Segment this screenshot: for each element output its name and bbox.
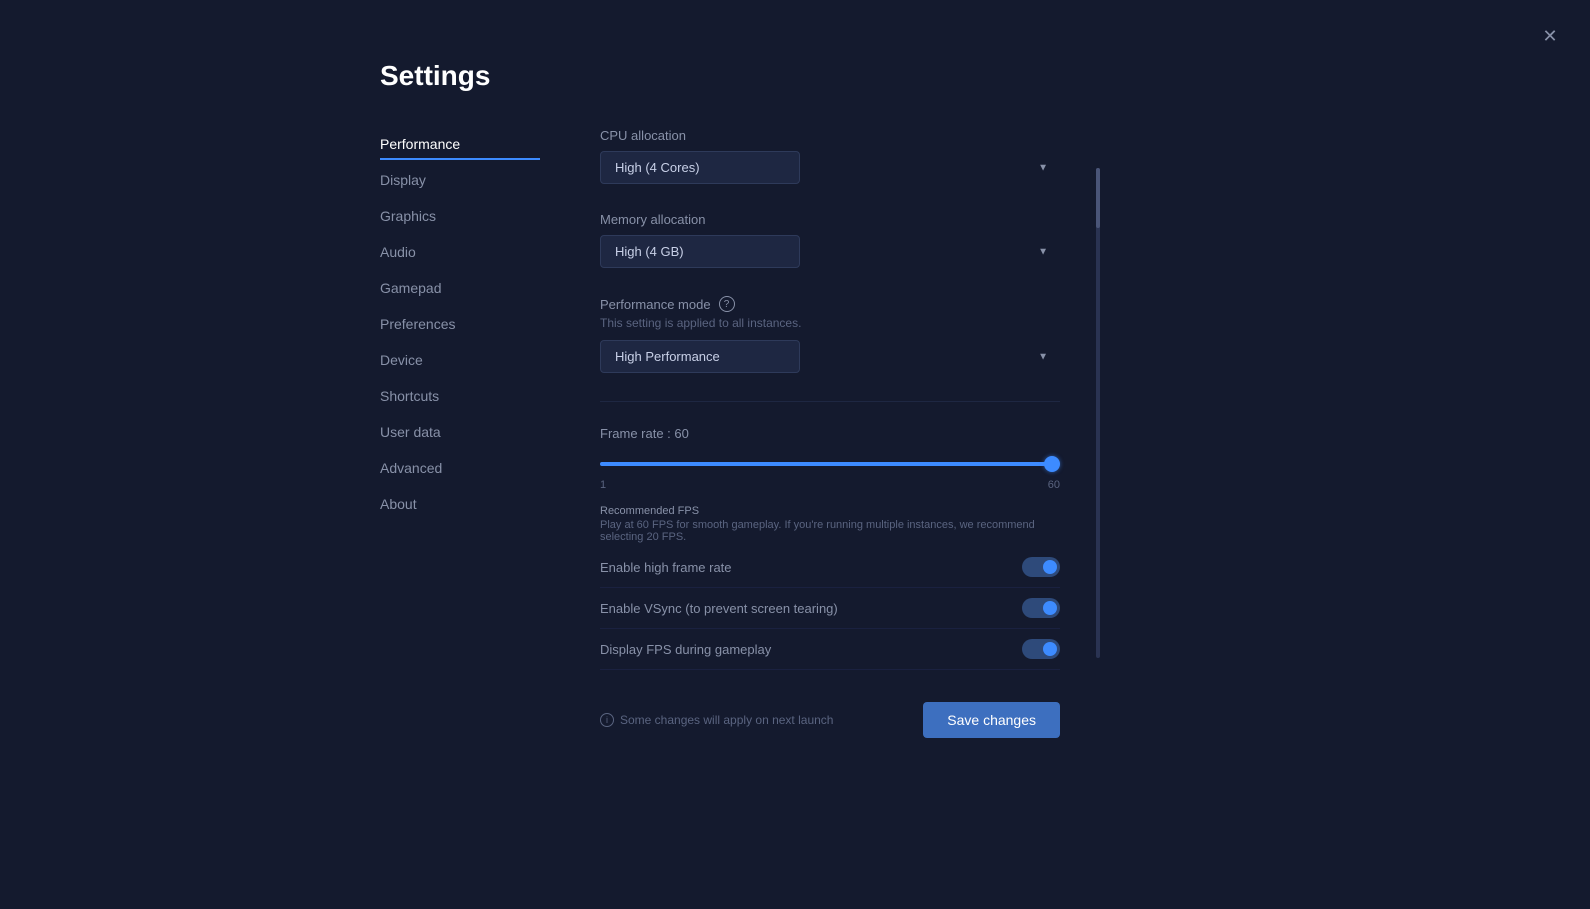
- slider-range: 1 60: [600, 479, 1060, 491]
- frame-rate-label: Frame rate : 60: [600, 426, 1060, 441]
- toggle-row-high-frame-rate: Enable high frame rate: [600, 547, 1060, 588]
- sidebar-item-advanced[interactable]: Advanced: [380, 452, 540, 484]
- sidebar-item-graphics[interactable]: Graphics: [380, 200, 540, 232]
- memory-chevron-icon: ▼: [1038, 246, 1048, 257]
- toggle-row-vsync: Enable VSync (to prevent screen tearing): [600, 588, 1060, 629]
- toggle-high-frame-rate-label: Enable high frame rate: [600, 560, 732, 575]
- close-button[interactable]: ✕: [1534, 20, 1566, 52]
- scrollbar-track[interactable]: [1096, 168, 1100, 658]
- performance-mode-note: This setting is applied to all instances…: [600, 316, 1060, 330]
- slider-container: [600, 453, 1060, 471]
- performance-mode-chevron-icon: ▼: [1038, 351, 1048, 362]
- toggle-vsync[interactable]: [1022, 598, 1060, 618]
- toggle-vsync-label: Enable VSync (to prevent screen tearing): [600, 601, 838, 616]
- memory-allocation-select[interactable]: High (4 GB) Medium (2 GB) Low (1 GB): [600, 235, 800, 268]
- cpu-allocation-label: CPU allocation: [600, 128, 1060, 143]
- sidebar: Performance Display Graphics Audio Gamep…: [380, 128, 540, 738]
- info-icon: i: [600, 713, 614, 727]
- content-panel: CPU allocation High (4 Cores) Medium (2 …: [540, 128, 1100, 738]
- performance-mode-label: Performance mode: [600, 297, 711, 312]
- scrollbar-thumb[interactable]: [1096, 168, 1100, 228]
- performance-mode-wrapper: High Performance Balanced Power Saver ▼: [600, 340, 1060, 373]
- sidebar-item-shortcuts[interactable]: Shortcuts: [380, 380, 540, 412]
- save-button[interactable]: Save changes: [923, 702, 1060, 738]
- sidebar-item-user-data[interactable]: User data: [380, 416, 540, 448]
- performance-mode-help-icon[interactable]: ?: [719, 296, 735, 312]
- sidebar-item-performance[interactable]: Performance: [380, 128, 540, 160]
- memory-allocation-label: Memory allocation: [600, 212, 1060, 227]
- recommended-fps-title: Recommended FPS: [600, 505, 1060, 517]
- cpu-allocation-wrapper: High (4 Cores) Medium (2 Cores) Low (1 C…: [600, 151, 1060, 184]
- toggle-high-frame-rate-thumb: [1043, 560, 1057, 574]
- footer-note-text: Some changes will apply on next launch: [620, 713, 833, 727]
- recommended-fps-text: Play at 60 FPS for smooth gameplay. If y…: [600, 519, 1060, 543]
- performance-mode-select[interactable]: High Performance Balanced Power Saver: [600, 340, 800, 373]
- toggle-display-fps[interactable]: [1022, 639, 1060, 659]
- frame-rate-slider[interactable]: [600, 462, 1060, 466]
- sidebar-item-gamepad[interactable]: Gamepad: [380, 272, 540, 304]
- sidebar-item-device[interactable]: Device: [380, 344, 540, 376]
- sidebar-item-preferences[interactable]: Preferences: [380, 308, 540, 340]
- sidebar-item-audio[interactable]: Audio: [380, 236, 540, 268]
- memory-allocation-wrapper: High (4 GB) Medium (2 GB) Low (1 GB) ▼: [600, 235, 1060, 268]
- footer: i Some changes will apply on next launch…: [600, 678, 1060, 738]
- toggle-display-fps-thumb: [1043, 642, 1057, 656]
- toggle-vsync-thumb: [1043, 601, 1057, 615]
- toggle-high-frame-rate[interactable]: [1022, 557, 1060, 577]
- performance-mode-header: Performance mode ?: [600, 296, 1060, 312]
- divider: [600, 401, 1060, 402]
- page-title: Settings: [380, 60, 1590, 92]
- close-icon: ✕: [1542, 26, 1557, 47]
- toggle-high-frame-rate-track: [1022, 557, 1060, 577]
- toggle-vsync-track: [1022, 598, 1060, 618]
- toggle-display-fps-label: Display FPS during gameplay: [600, 642, 771, 657]
- footer-note: i Some changes will apply on next launch: [600, 713, 833, 727]
- cpu-allocation-select[interactable]: High (4 Cores) Medium (2 Cores) Low (1 C…: [600, 151, 800, 184]
- toggle-row-display-fps: Display FPS during gameplay: [600, 629, 1060, 670]
- cpu-chevron-icon: ▼: [1038, 162, 1048, 173]
- slider-max: 60: [1048, 479, 1060, 491]
- slider-min: 1: [600, 479, 606, 491]
- sidebar-item-about[interactable]: About: [380, 488, 540, 520]
- toggle-display-fps-track: [1022, 639, 1060, 659]
- sidebar-item-display[interactable]: Display: [380, 164, 540, 196]
